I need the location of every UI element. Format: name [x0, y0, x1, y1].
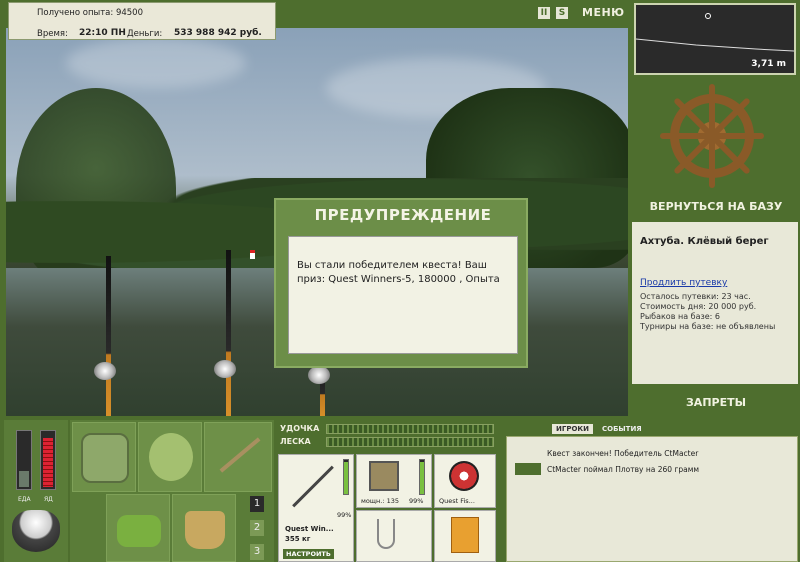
slot-bucket[interactable]	[172, 494, 236, 562]
status-panel: ЕДА ЯД	[4, 420, 68, 562]
float-bobber	[250, 250, 255, 259]
line-tension-bar	[326, 437, 494, 447]
poison-label: ЯД	[44, 496, 53, 503]
slot-tackle-box[interactable]	[72, 422, 136, 492]
poison-meter	[40, 430, 56, 490]
reel-durability-gauge	[419, 459, 425, 495]
slot-food-basket[interactable]	[106, 494, 170, 562]
pause-button[interactable]: II	[538, 6, 550, 19]
rod-1[interactable]	[106, 256, 111, 416]
rod-icon	[292, 465, 334, 508]
game-root: Получено опыта: 94500 Время: 22:10 ПН Де…	[0, 0, 800, 562]
rod-label: УДОЧКА	[280, 424, 320, 433]
rod-name: Quest Win...	[285, 525, 334, 533]
experience-text: Получено опыта: 94500	[37, 8, 144, 18]
hook-slot[interactable]	[356, 510, 432, 562]
location-info-panel: Ахтуба. Клёвый берег Продлить путевку Ос…	[632, 222, 798, 384]
rod-weight: 355 кг	[285, 535, 311, 543]
inventory-tab-1[interactable]: 1	[250, 496, 264, 512]
reel-3[interactable]	[308, 366, 330, 384]
tab-players[interactable]: ИГРОКИ	[552, 424, 593, 434]
hook-icon	[377, 519, 395, 549]
rod-durability-gauge	[343, 459, 349, 495]
reel-slot[interactable]: мощн.: 135 99%	[356, 454, 432, 508]
rod-tension-bar	[326, 424, 494, 434]
bucket-icon	[185, 511, 225, 549]
depth-value: 3,71 m	[751, 59, 786, 69]
bans-button[interactable]: ЗАПРЕТЫ	[636, 396, 796, 409]
permit-remaining: Осталось путевки: 23 час.	[640, 292, 751, 301]
inventory-tab-3[interactable]: 3	[250, 544, 264, 560]
bait-bag-icon	[149, 433, 193, 481]
basket-icon	[117, 515, 161, 547]
dialog-title: ПРЕДУПРЕЖДЕНИЕ	[314, 206, 492, 224]
top-toolbar: II S МЕНЮ	[538, 6, 625, 19]
reel-1[interactable]	[94, 362, 116, 380]
fish-icon	[515, 463, 541, 475]
bait-can-icon	[451, 517, 479, 553]
depth-sonar: 3,71 m	[634, 3, 796, 75]
line-label: ЛЕСКА	[280, 437, 311, 446]
cauldron-icon[interactable]	[12, 510, 60, 552]
rod-slot[interactable]: 99% Quest Win... 355 кг НАСТРОИТЬ	[278, 454, 354, 562]
event-line: CtMacter поймал Плотву на 260 грамм	[547, 465, 700, 474]
tab-events[interactable]: СОБЫТИЯ	[598, 424, 646, 434]
events-log: Квест закончен! Победитель CtMacter CtMa…	[506, 436, 798, 562]
event-line: Квест закончен! Победитель CtMacter	[547, 449, 699, 458]
food-label: ЕДА	[18, 496, 31, 503]
tackle-box-icon	[81, 433, 129, 483]
setup-button[interactable]: НАСТРОИТЬ	[283, 549, 334, 559]
reel-2[interactable]	[214, 360, 236, 378]
inventory-panel	[70, 420, 274, 562]
ship-wheel-icon[interactable]	[660, 84, 764, 188]
day-cost: Стоимость дня: 20 000 руб.	[640, 302, 757, 311]
location-title: Ахтуба. Клёвый берег	[640, 236, 769, 247]
bait-slot[interactable]	[434, 510, 496, 562]
reel-percent: 99%	[409, 497, 424, 505]
time-value: 22:10 ПН	[79, 28, 126, 38]
cloud	[66, 38, 246, 88]
reel-caption: мощн.: 135	[361, 497, 399, 505]
player-info-panel: Получено опыта: 94500 Время: 22:10 ПН Де…	[8, 2, 276, 40]
money-label: Деньги:	[127, 29, 163, 39]
warning-dialog[interactable]: ПРЕДУПРЕЖДЕНИЕ Вы стали победителем квес…	[274, 198, 528, 368]
slot-net[interactable]	[204, 422, 272, 492]
inventory-tab-2[interactable]: 2	[250, 520, 264, 536]
dialog-message: Вы стали победителем квеста! Ваш приз: Q…	[288, 236, 518, 354]
time-label: Время:	[37, 29, 68, 39]
anglers-count: Рыбаков на базе: 6	[640, 312, 720, 321]
line-slot[interactable]: Quest Fis...	[434, 454, 496, 508]
return-to-base-button[interactable]: ВЕРНУТЬСЯ НА БАЗУ	[636, 200, 796, 213]
landing-net-icon	[219, 437, 261, 473]
slot-bait-bag[interactable]	[138, 422, 202, 492]
line-spool-icon	[449, 461, 479, 491]
money-value: 533 988 942 руб.	[174, 28, 262, 38]
reel-icon	[369, 461, 399, 491]
tournaments-status: Турниры на базе: не объявлены	[640, 322, 776, 331]
tackle-panel: УДОЧКА ЛЕСКА 99% Quest Win... 355 кг НАС…	[276, 420, 500, 562]
rod-percent: 99%	[337, 511, 352, 519]
events-panel: ИГРОКИ СОБЫТИЯ Квест закончен! Победител…	[502, 420, 800, 562]
sound-button[interactable]: S	[556, 6, 568, 19]
food-meter	[16, 430, 32, 490]
extend-permit-link[interactable]: Продлить путевку	[640, 278, 727, 288]
rod-2[interactable]	[226, 250, 231, 416]
line-caption: Quest Fis...	[439, 497, 475, 505]
menu-button[interactable]: МЕНЮ	[582, 6, 625, 19]
